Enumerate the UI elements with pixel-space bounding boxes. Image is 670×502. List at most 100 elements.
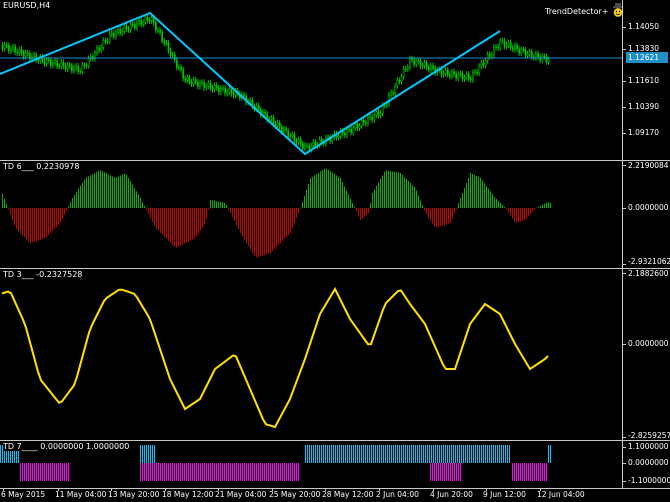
histogram-bar: [182, 208, 183, 245]
signal-bar-down: [60, 463, 61, 481]
signal-bar-down: [538, 463, 539, 481]
candle: [194, 79, 197, 83]
signal-bar-down: [150, 463, 151, 481]
histogram-bar: [368, 208, 369, 213]
histogram-bar: [180, 208, 181, 246]
signal-bar-up: [453, 445, 454, 463]
candle: [530, 51, 533, 58]
signal-bar-down: [62, 463, 63, 481]
signal-bar-down: [46, 463, 47, 481]
histogram-bar: [282, 208, 283, 241]
histogram-bar: [320, 171, 321, 208]
td7-pane[interactable]: TD 7____ 0.0000000 1.0000000 1.1000000 0…: [0, 441, 670, 488]
signal-bar-down: [52, 463, 53, 481]
candle: [226, 91, 229, 94]
expert-advisor-label[interactable]: TrendDetector+: [545, 7, 608, 16]
signal-bar-down: [174, 463, 175, 481]
signal-bar-down: [222, 463, 223, 481]
histogram-bar: [496, 199, 497, 208]
histogram-bar: [388, 170, 389, 208]
signal-bar-up: [152, 445, 153, 463]
histogram-bar: [442, 208, 443, 226]
candle: [159, 30, 161, 33]
signal-bar-up: [459, 445, 460, 463]
candle: [304, 145, 306, 149]
signal-bar-down: [274, 463, 275, 481]
histogram-bar: [98, 171, 99, 208]
candle: [402, 68, 405, 77]
signal-bar-down: [64, 463, 65, 481]
histogram-bar: [376, 185, 377, 208]
histogram-bar: [502, 205, 503, 208]
signal-bar-down: [514, 463, 515, 481]
candle: [526, 53, 529, 56]
histogram-bar: [398, 172, 399, 208]
signal-bar-up: [146, 445, 147, 463]
candle: [365, 122, 367, 124]
candle: [121, 31, 124, 34]
signal-bar-down: [190, 463, 191, 481]
signal-bar-up: [319, 445, 320, 463]
signal-bar-down: [30, 463, 31, 481]
signal-bar-up: [317, 445, 318, 463]
candle: [119, 28, 122, 34]
signal-bar-down: [238, 463, 239, 481]
candle: [14, 46, 17, 53]
candle: [1, 44, 4, 49]
price-pane[interactable]: EURUSD,H4 TrendDetector+ 1.14050 1.13830…: [0, 0, 670, 160]
signal-bar-down: [48, 463, 49, 481]
histogram-bar: [194, 208, 195, 239]
signal-bar-down: [26, 463, 27, 481]
signal-bar-down: [434, 463, 435, 481]
candle: [419, 60, 422, 67]
histogram-bar: [240, 208, 241, 233]
histogram-bar: [124, 173, 125, 208]
signal-bar-down: [268, 463, 269, 481]
candle: [47, 59, 50, 61]
histogram-bar: [286, 208, 287, 237]
histogram-bar: [356, 208, 357, 212]
td6-histogram[interactable]: [0, 161, 622, 268]
trend-line: [0, 11, 501, 156]
histogram-bar: [200, 208, 201, 231]
signal-bar-down: [224, 463, 225, 481]
signal-bar-down: [22, 463, 23, 481]
candle: [482, 62, 485, 66]
candle: [428, 67, 430, 71]
histogram-bar: [246, 208, 247, 243]
histogram-bar: [122, 174, 123, 208]
td3-pane[interactable]: TD 3___ -0.2327528 2.1882600 0.0000000 -…: [0, 269, 670, 440]
candle: [503, 40, 506, 47]
signal-bar-down: [264, 463, 265, 481]
candle: [110, 32, 113, 35]
candle: [308, 145, 311, 150]
signal-bar-down: [236, 463, 237, 481]
price-chart[interactable]: [0, 0, 622, 160]
histogram-bar: [316, 174, 317, 208]
candle: [457, 74, 460, 79]
candle: [188, 77, 191, 83]
candle: [71, 65, 73, 71]
signal-bar-down: [450, 463, 451, 481]
histogram-bar: [34, 208, 35, 242]
histogram-bar: [508, 208, 509, 213]
signal-bar-down: [524, 463, 525, 481]
signal-bar-up: [341, 445, 342, 463]
signal-bar-up: [327, 445, 328, 463]
histogram-bar: [60, 208, 61, 223]
candle: [249, 99, 252, 103]
signal-bar-down: [272, 463, 273, 481]
histogram-bar: [390, 171, 391, 208]
signal-bar-down: [200, 463, 201, 481]
histogram-bar: [42, 208, 43, 239]
histogram-bar: [474, 175, 475, 208]
signal-bar-down: [528, 463, 529, 481]
signal-bar-down: [142, 463, 143, 481]
candle: [320, 139, 323, 142]
td6-pane[interactable]: TD 6___ 0.2230978 2.2190084 0.0000000 -2…: [0, 161, 670, 268]
td3-line-chart[interactable]: [0, 269, 622, 440]
candle: [377, 111, 380, 116]
signal-bar-down: [520, 463, 521, 481]
candle: [356, 124, 359, 129]
signal-bar-up: [481, 445, 482, 463]
